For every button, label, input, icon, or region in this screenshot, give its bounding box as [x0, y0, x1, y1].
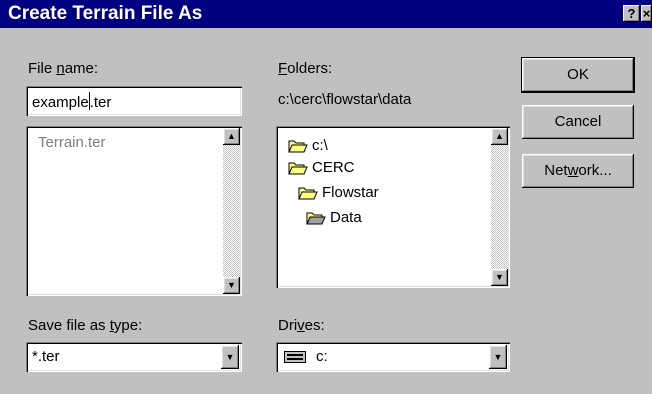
drive-icon [284, 351, 306, 363]
folders-label: Folders: [278, 60, 333, 77]
folder-tree-scrollbar[interactable]: ▲ ▼ [491, 128, 508, 286]
drives-value: c: [316, 348, 328, 365]
ok-button[interactable]: OK [521, 57, 635, 93]
open-folder-icon [306, 212, 326, 225]
cancel-button[interactable]: Cancel [522, 105, 634, 139]
help-button[interactable]: ? [623, 5, 640, 22]
open-folder-icon [288, 162, 308, 175]
title-bar[interactable]: Create Terrain File As ? × [0, 0, 652, 28]
scroll-up-icon[interactable]: ▲ [223, 128, 240, 145]
folder-tree[interactable]: c:\ CERC Flowstar Data ▲ ▼ [276, 126, 510, 288]
chevron-down-icon[interactable]: ▼ [489, 345, 507, 369]
scroll-down-icon[interactable]: ▼ [223, 277, 240, 294]
file-list[interactable]: Terrain.ter ▲ ▼ [26, 126, 242, 296]
file-list-scrollbar[interactable]: ▲ ▼ [223, 128, 240, 294]
create-terrain-dialog: Create Terrain File As ? × File name: ex… [0, 0, 652, 394]
drives-select[interactable]: c: ▼ [276, 342, 510, 372]
save-type-label: Save file as type: [28, 317, 143, 334]
chevron-down-icon[interactable]: ▼ [221, 345, 239, 369]
current-path: c:\cerc\flowstar\data [278, 91, 412, 108]
drives-label: Drives: [278, 317, 325, 334]
scroll-down-icon[interactable]: ▼ [491, 269, 508, 286]
close-button[interactable]: × [641, 5, 652, 22]
open-folder-icon [288, 140, 308, 153]
scroll-up-icon[interactable]: ▲ [491, 128, 508, 145]
window-title: Create Terrain File As [8, 3, 203, 24]
list-item[interactable]: Terrain.ter [38, 134, 106, 151]
file-name-input[interactable]: example.ter [26, 86, 242, 116]
save-type-select[interactable]: *.ter ▼ [26, 342, 242, 372]
open-folder-icon [298, 187, 318, 200]
file-name-label: File name: [28, 60, 99, 77]
network-button[interactable]: Network... [522, 154, 634, 188]
file-name-text-before-caret: example [32, 94, 89, 111]
save-type-value: *.ter [32, 348, 60, 365]
file-name-text-after-caret: .ter [89, 94, 112, 111]
